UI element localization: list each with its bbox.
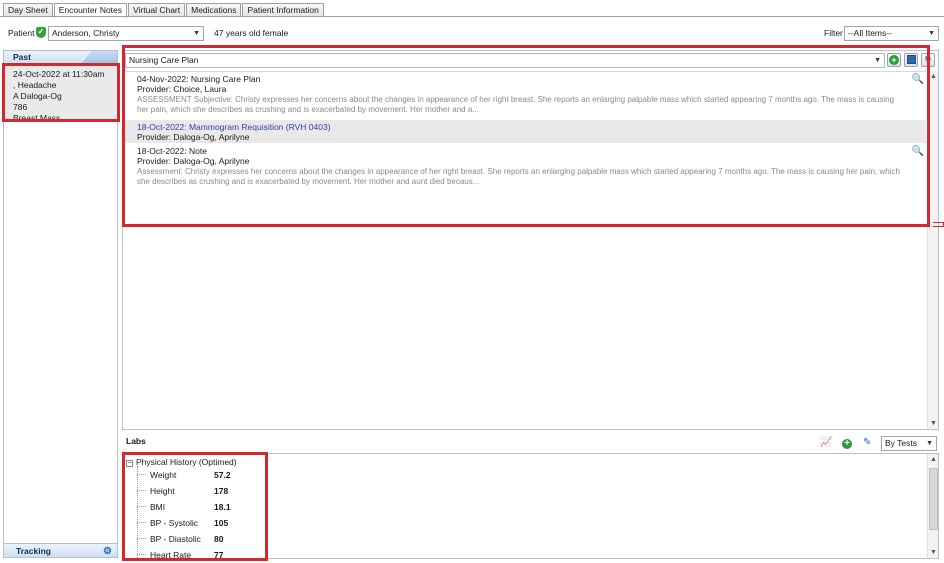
- lab-name: Heart Rate: [150, 550, 192, 560]
- encounter-sidebar: Past 24-Oct-2022 at 11:30am , Headache A…: [3, 50, 118, 558]
- lab-value: 18.1: [214, 502, 231, 512]
- verified-shield-icon: ✓: [36, 27, 46, 38]
- lab-name: BMI: [150, 502, 166, 512]
- note-provider: Provider: Choice, Laura: [137, 84, 227, 94]
- lab-value: 178: [214, 486, 229, 496]
- tracking-label: Tracking: [16, 546, 51, 556]
- encounter-datetime: 24-Oct-2022 at 11:30am: [13, 69, 105, 79]
- tab-day-sheet[interactable]: Day Sheet: [3, 3, 53, 17]
- note-item[interactable]: 18-Oct-2022: Note Provider: Daloga-Og, A…: [124, 146, 926, 191]
- labs-view-value: By Tests: [885, 438, 917, 448]
- note-type-select[interactable]: Nursing Care Plan ▼: [125, 53, 885, 68]
- labs-view-select[interactable]: By Tests ▼: [881, 436, 937, 451]
- lab-row[interactable]: BMI 18.1: [137, 499, 277, 515]
- edit-pencil-icon[interactable]: ✎: [863, 437, 871, 448]
- encounter-diagnosis: Breast Mass: [13, 113, 61, 123]
- tree-branch: [137, 474, 146, 475]
- refresh-icon: ↻: [924, 55, 932, 64]
- scroll-down-icon[interactable]: ▼: [928, 418, 939, 429]
- patient-name: Anderson, Christy: [52, 28, 120, 38]
- note-item[interactable]: 04-Nov-2022: Nursing Care Plan Provider:…: [124, 74, 926, 119]
- chevron-down-icon: ▼: [874, 57, 881, 64]
- note-item[interactable]: 18-Oct-2022: Mammogram Requisition (RVH …: [124, 120, 926, 143]
- chevron-down-icon: ▼: [193, 30, 200, 37]
- note-title: 04-Nov-2022: Nursing Care Plan: [137, 74, 261, 84]
- lab-row[interactable]: BP - Systolic 105: [137, 515, 277, 531]
- note-type-value: Nursing Care Plan: [129, 55, 199, 65]
- save-icon: [906, 55, 916, 64]
- past-encounter-item[interactable]: 24-Oct-2022 at 11:30am , Headache A Dalo…: [4, 65, 117, 123]
- lab-value: 77: [214, 550, 224, 560]
- patient-header: Patient ✓ Anderson, Christy ▼ 47 years o…: [0, 24, 944, 42]
- lab-row[interactable]: Height 178: [137, 483, 277, 499]
- patient-label: Patient: [8, 28, 35, 38]
- encounter-provider: A Daloga-Og: [13, 91, 62, 101]
- tree-branch: [137, 554, 146, 555]
- scroll-down-icon[interactable]: ▼: [928, 547, 939, 558]
- note-title: 18-Oct-2022: Mammogram Requisition (RVH …: [137, 122, 331, 132]
- collapse-icon[interactable]: −: [126, 460, 133, 467]
- magnifier-icon[interactable]: 🔍: [912, 74, 924, 85]
- lab-name: BP - Systolic: [150, 518, 199, 528]
- past-label: Past: [13, 52, 31, 62]
- patient-age-gender: 47 years old female: [214, 28, 289, 38]
- settings-gear-icon[interactable]: ⚙: [103, 545, 112, 559]
- chart-icon[interactable]: 📈: [820, 437, 832, 448]
- labs-scrollbar[interactable]: ▲ ▼: [927, 454, 938, 558]
- tree-branch: [137, 506, 146, 507]
- lab-name: Weight: [150, 470, 177, 480]
- scroll-thumb[interactable]: [929, 468, 938, 530]
- scroll-up-icon[interactable]: ▲: [928, 454, 939, 465]
- tree-branch: [137, 538, 146, 539]
- filter-value: --All Items--: [848, 28, 892, 38]
- note-provider: Provider: Daloga-Og, Aprilyne: [137, 132, 250, 142]
- magnifier-icon[interactable]: 🔍: [912, 146, 924, 157]
- labs-title: Labs: [126, 436, 146, 446]
- lab-value: 105: [214, 518, 229, 528]
- highlight-marker: [933, 222, 944, 227]
- note-title: 18-Oct-2022: Note: [137, 146, 207, 156]
- scroll-up-icon[interactable]: ▲: [928, 71, 939, 82]
- tab-divider: [0, 16, 944, 17]
- add-note-button[interactable]: +: [887, 53, 901, 67]
- tree-branch: [137, 522, 146, 523]
- save-note-button[interactable]: [904, 53, 918, 67]
- encounter-notes-panel: Nursing Care Plan ▼ + ↻ 04-Nov-2022: Nur…: [122, 50, 939, 430]
- note-list: 04-Nov-2022: Nursing Care Plan Provider:…: [124, 71, 926, 429]
- lab-name: BP - Diastolic: [150, 534, 201, 544]
- lab-value: 80: [214, 534, 224, 544]
- note-provider: Provider: Daloga-Og, Aprilyne: [137, 156, 250, 166]
- lab-row[interactable]: Weight 57.2: [137, 467, 277, 483]
- lab-group[interactable]: − Physical History (Optimed): [126, 457, 237, 467]
- lab-value: 57.2: [214, 470, 231, 480]
- labs-panel: − Physical History (Optimed) Weight 57.2 …: [122, 453, 939, 560]
- tab-bar: Day Sheet Encounter Notes Virtual Chart …: [3, 3, 325, 18]
- notes-scrollbar[interactable]: ▲ ▼: [927, 71, 938, 429]
- note-description: ASSESSMENT Subjective: Christy expresses…: [137, 95, 895, 114]
- lab-row[interactable]: BP - Diastolic 80: [137, 531, 277, 547]
- lab-group-label: Physical History (Optimed): [136, 457, 237, 467]
- chevron-down-icon: ▼: [928, 30, 935, 37]
- notes-toolbar: Nursing Care Plan ▼ + ↻: [123, 51, 938, 69]
- encounter-complaint: , Headache: [13, 80, 57, 90]
- encounter-code: 786: [13, 102, 28, 112]
- lab-name: Height: [150, 486, 175, 496]
- filter-select[interactable]: --All Items-- ▼: [844, 26, 939, 41]
- tree-branch: [137, 490, 146, 491]
- plus-icon: +: [889, 55, 899, 65]
- add-lab-icon[interactable]: +: [842, 439, 852, 449]
- chevron-down-icon: ▼: [926, 440, 933, 447]
- filter-label: Filter: [824, 28, 843, 38]
- tab-patient-information[interactable]: Patient Information: [242, 3, 324, 17]
- note-description: Assessment: Christy expresses her concer…: [137, 167, 900, 186]
- tab-virtual-chart[interactable]: Virtual Chart: [128, 3, 186, 17]
- patient-select[interactable]: Anderson, Christy ▼: [48, 26, 204, 41]
- tab-medications[interactable]: Medications: [186, 3, 242, 17]
- history-button[interactable]: ↻: [921, 53, 935, 67]
- tracking-header[interactable]: Tracking ⚙: [4, 543, 117, 557]
